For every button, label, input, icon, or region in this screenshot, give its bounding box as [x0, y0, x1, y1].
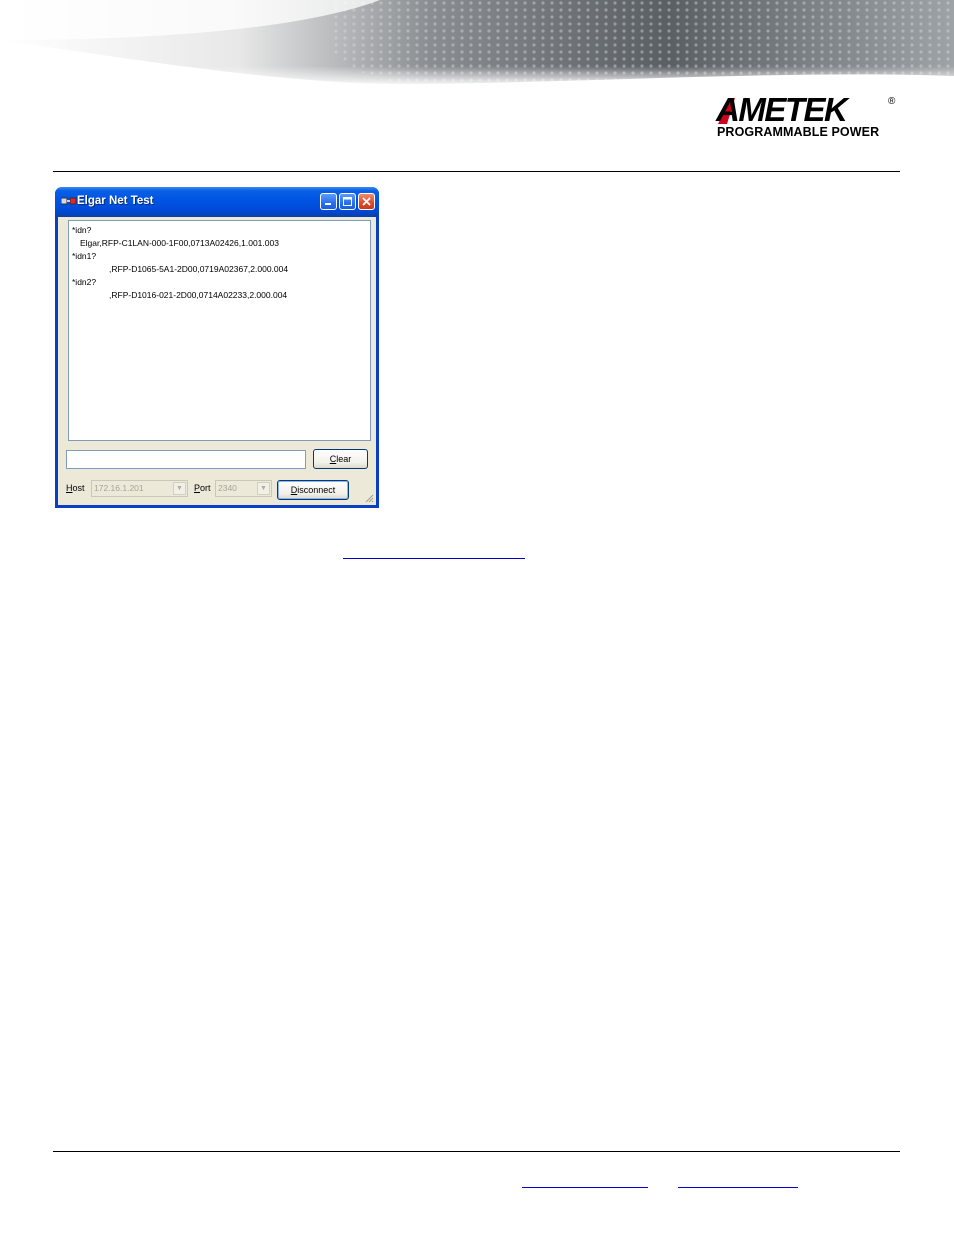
- logo-wordmark: AMETEK: [716, 91, 848, 128]
- host-combobox[interactable]: 172.16.1.201 ▼: [91, 480, 188, 497]
- command-input[interactable]: [66, 450, 306, 469]
- close-button[interactable]: [358, 193, 375, 210]
- resize-grip-icon[interactable]: [364, 493, 374, 503]
- host-label: Host: [66, 483, 85, 493]
- network-app-icon: [61, 197, 77, 205]
- output-line: ,RFP-D1016-021-2D00,0714A02233,2.000.004: [109, 290, 288, 300]
- minimize-icon: [325, 203, 331, 205]
- maximize-button[interactable]: [339, 193, 356, 210]
- footer-divider: [53, 1151, 900, 1152]
- output-line: *idn?: [72, 225, 92, 235]
- close-icon: [362, 197, 371, 206]
- port-combobox[interactable]: 2340 ▼: [215, 480, 272, 497]
- disconnect-button[interactable]: Disconnect: [277, 480, 349, 500]
- clear-button[interactable]: Clear: [313, 449, 368, 469]
- hyperlink-underline[interactable]: [343, 558, 525, 559]
- elgar-net-test-window: Elgar Net Test *idn? Elgar,RFP-C1LAN-000…: [55, 187, 379, 508]
- window-title: Elgar Net Test: [77, 195, 154, 207]
- disconnect-label: isconnect: [297, 485, 336, 495]
- chevron-down-icon[interactable]: ▼: [257, 482, 270, 495]
- footer-link-underline[interactable]: [678, 1187, 798, 1188]
- window-client-area: *idn? Elgar,RFP-C1LAN-000-1F00,0713A0242…: [58, 217, 376, 505]
- port-value: 2340: [218, 483, 237, 493]
- output-line: Elgar,RFP-C1LAN-000-1F00,0713A02426,1.00…: [80, 238, 279, 248]
- host-value: 172.16.1.201: [94, 483, 144, 493]
- logo-tagline: PROGRAMMABLE POWER: [717, 125, 880, 139]
- ametek-logo: AMETEK ® PROGRAMMABLE POWER: [716, 91, 896, 140]
- port-label: Port: [194, 483, 211, 493]
- header-banner: [0, 0, 954, 86]
- maximize-icon: [343, 197, 352, 206]
- registered-mark: ®: [888, 96, 896, 107]
- footer-link-underline[interactable]: [522, 1187, 648, 1188]
- chevron-down-icon[interactable]: ▼: [173, 482, 186, 495]
- output-line: *idn2?: [72, 277, 97, 287]
- port-label-text: ort: [200, 483, 211, 493]
- minimize-button[interactable]: [320, 193, 337, 210]
- header-divider: [53, 171, 900, 172]
- window-titlebar[interactable]: Elgar Net Test: [55, 187, 379, 217]
- clear-label: lear: [336, 454, 352, 464]
- output-line: ,RFP-D1065-5A1-2D00,0719A02367,2.000.004: [109, 264, 289, 274]
- host-label-text: ost: [72, 483, 85, 493]
- response-output-box[interactable]: *idn? Elgar,RFP-C1LAN-000-1F00,0713A0242…: [68, 220, 371, 441]
- output-line: *idn1?: [72, 251, 97, 261]
